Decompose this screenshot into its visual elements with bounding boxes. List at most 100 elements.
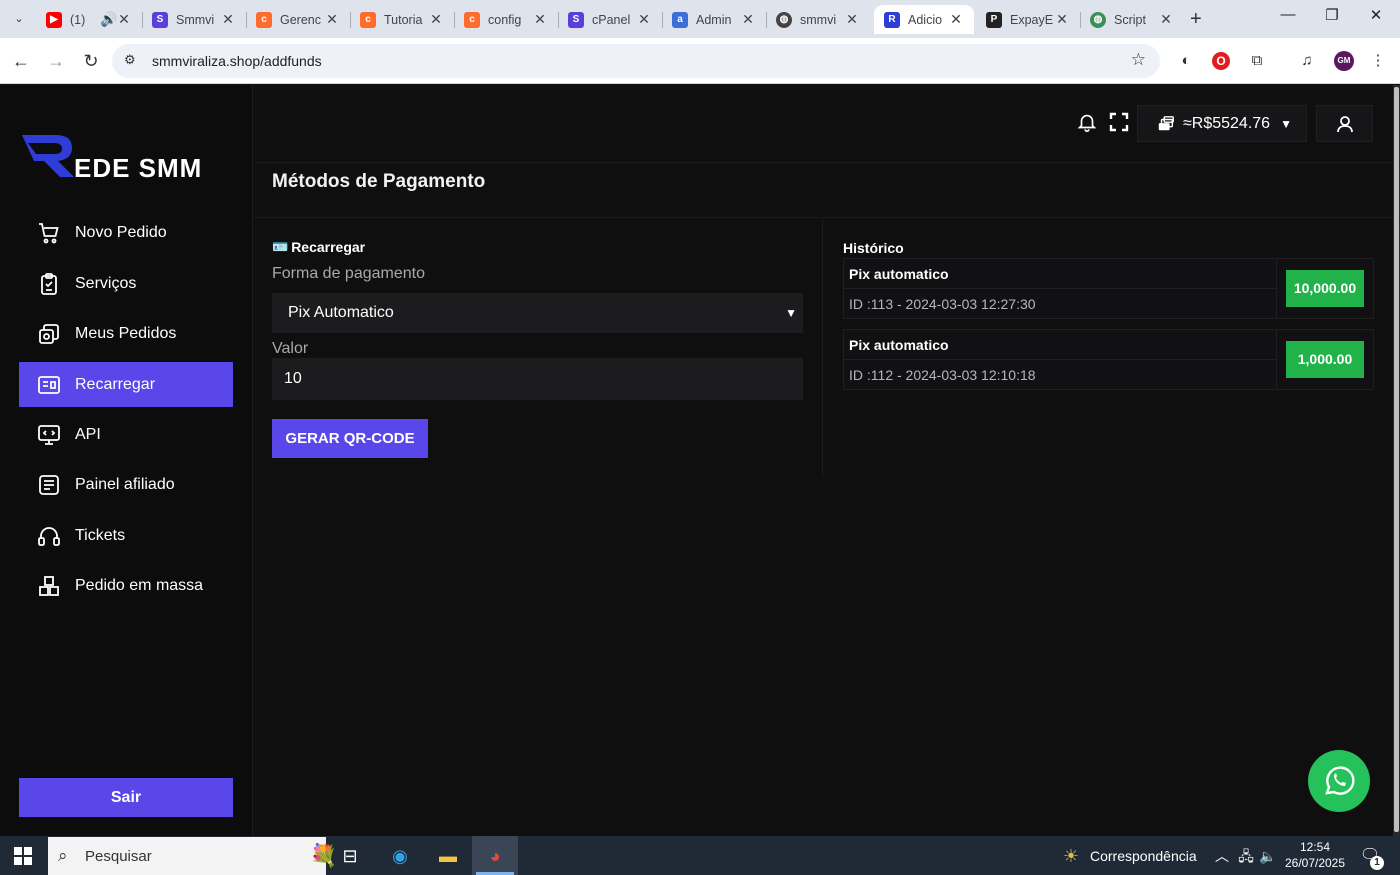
address-bar[interactable]: ⚙ smmviraliza.shop/addfunds ☆ xyxy=(112,44,1160,78)
volume-icon[interactable]: 🔈 xyxy=(1254,842,1282,870)
browser-tab[interactable]: S cPanel ✕ xyxy=(558,5,662,34)
tab-close-icon[interactable]: ✕ xyxy=(116,11,132,28)
brand-logo[interactable]: EDE SMM xyxy=(20,131,220,183)
tab-close-icon[interactable]: ✕ xyxy=(1054,11,1070,28)
close-window-button[interactable]: ✕ xyxy=(1356,6,1396,24)
user-menu-button[interactable] xyxy=(1316,105,1373,142)
user-icon xyxy=(1337,116,1353,133)
tab-close-icon[interactable]: ✕ xyxy=(220,11,236,28)
minimize-button[interactable]: — xyxy=(1268,6,1308,23)
browser-tab[interactable]: ▶ (1) 🔊 ✕ xyxy=(36,5,142,34)
logout-button[interactable]: Sair xyxy=(19,778,233,817)
orders-icon xyxy=(37,322,61,346)
cpanel-icon: c xyxy=(256,11,272,28)
extension-icon[interactable]: ◐ xyxy=(1175,50,1197,72)
sidebar-item-recarregar[interactable]: Recarregar xyxy=(19,362,233,407)
file-explorer-icon[interactable]: ▬ xyxy=(434,842,462,870)
money-icon xyxy=(1158,115,1174,130)
browser-menu-icon[interactable]: ⋮ xyxy=(1367,50,1389,72)
browser-tab[interactable]: c Gerenc ✕ xyxy=(246,5,350,34)
browser-tab[interactable]: ◍ smmvi ✕ xyxy=(766,5,870,34)
taskbar-clock[interactable]: 12:54 26/07/2025 xyxy=(1280,839,1350,871)
news-widget-label[interactable]: Correspondência xyxy=(1090,848,1197,864)
admin-icon: a xyxy=(672,11,688,28)
mass-order-icon xyxy=(37,574,61,598)
fullscreen-icon[interactable] xyxy=(1109,112,1129,132)
brand-name: EDE SMM xyxy=(74,153,203,183)
opera-extension-icon[interactable]: O xyxy=(1212,52,1230,70)
sidebar-item-tickets[interactable]: Tickets xyxy=(19,513,233,558)
sidebar-item-api[interactable]: API xyxy=(19,412,233,457)
bell-icon[interactable] xyxy=(1076,111,1098,133)
tab-close-icon[interactable]: ✕ xyxy=(844,11,860,28)
back-button[interactable]: ← xyxy=(9,49,33,73)
browser-tab-active[interactable]: R Adicio ✕ xyxy=(874,5,974,34)
tab-close-icon[interactable]: ✕ xyxy=(532,11,548,28)
history-meta: ID :113 - 2024-03-03 12:27:30 xyxy=(849,296,1036,312)
clipboard-icon xyxy=(37,272,61,296)
media-control-icon[interactable]: ♫ xyxy=(1296,50,1318,72)
tab-close-icon[interactable]: ✕ xyxy=(740,11,756,28)
generate-qrcode-button[interactable]: GERAR QR-CODE xyxy=(272,419,428,458)
tab-audio-icon[interactable]: 🔊 xyxy=(100,11,117,28)
balance-dropdown[interactable]: ≈R$5524.76 ▼ xyxy=(1137,105,1307,142)
browser-tab-strip: ⌄ ▶ (1) 🔊 ✕ S Smmvi ✕ c Gerenc ✕ c Tutor… xyxy=(0,0,1400,38)
cart-icon xyxy=(37,221,61,245)
browser-tab[interactable]: P ExpayE ✕ xyxy=(976,5,1080,34)
cpanel-icon: c xyxy=(360,11,376,28)
whatsapp-button[interactable] xyxy=(1308,750,1370,812)
tab-close-icon[interactable]: ✕ xyxy=(636,11,652,28)
browser-tab[interactable]: a Admin ✕ xyxy=(662,5,766,34)
sidebar-item-meus-pedidos[interactable]: Meus Pedidos xyxy=(19,311,233,356)
sidebar-item-label: Pedido em massa xyxy=(75,576,204,594)
affiliate-icon xyxy=(37,473,61,497)
url-text[interactable]: smmviraliza.shop/addfunds xyxy=(152,53,322,69)
taskbar-search[interactable]: ⌕ Pesquisar 💐 xyxy=(48,837,337,875)
wallet-card-icon xyxy=(37,373,61,397)
sidebar-item-painel-afiliado[interactable]: Painel afiliado xyxy=(19,462,233,507)
browser-tab[interactable]: S Smmvi ✕ xyxy=(142,5,246,34)
notification-count-badge: 1 xyxy=(1370,856,1384,870)
news-widget-icon[interactable]: ☀ xyxy=(1057,842,1085,870)
restore-button[interactable]: ❐ xyxy=(1312,6,1352,24)
amount-input[interactable]: 10 xyxy=(272,358,803,400)
clock-date: 26/07/2025 xyxy=(1284,856,1346,870)
column-divider xyxy=(822,218,823,478)
sidebar-item-label: Painel afiliado xyxy=(75,475,175,493)
payment-method-select[interactable]: Pix Automatico ▼ xyxy=(272,293,803,333)
scrollbar-thumb[interactable] xyxy=(1394,87,1399,832)
page-title: Métodos de Pagamento xyxy=(272,171,486,192)
tab-close-icon[interactable]: ✕ xyxy=(428,11,444,28)
sidebar-item-novo-pedido[interactable]: Novo Pedido xyxy=(19,210,233,255)
forward-button[interactable]: → xyxy=(44,49,68,73)
edge-icon[interactable]: ◉ xyxy=(386,842,414,870)
taskbar-search-placeholder: Pesquisar xyxy=(85,848,152,865)
sidebar: EDE SMM Novo Pedido Serviços Meus Pedido… xyxy=(0,85,253,836)
paypal-icon: P xyxy=(986,11,1002,28)
amount-label: Valor xyxy=(272,340,309,357)
youtube-icon: ▶ xyxy=(46,11,62,28)
search-icon: ⌕ xyxy=(58,846,68,865)
history-entry: Pix automatico ID :112 - 2024-03-03 12:1… xyxy=(843,329,1374,390)
sidebar-item-servicos[interactable]: Serviços xyxy=(19,261,233,306)
browser-tab[interactable]: c config ✕ xyxy=(454,5,558,34)
windows-taskbar: ⌕ Pesquisar 💐 ⊟ ◉ ▬ ◕ ☀ Correspondência … xyxy=(0,836,1400,875)
tab-search-menu-button[interactable]: ⌄ xyxy=(8,8,30,30)
new-tab-button[interactable]: + xyxy=(1190,8,1202,31)
site-settings-icon[interactable]: ⚙ xyxy=(124,52,136,68)
extensions-puzzle-icon[interactable]: ⧉ xyxy=(1246,50,1268,72)
tab-close-icon[interactable]: ✕ xyxy=(948,11,964,28)
browser-toolbar: ← → ↻ ⚙ smmviraliza.shop/addfunds ☆ ◐ O … xyxy=(0,38,1400,84)
bookmark-star-icon[interactable]: ☆ xyxy=(1131,50,1146,70)
cpanel-icon: c xyxy=(464,11,480,28)
browser-tab[interactable]: ◍ Script ✕ xyxy=(1080,5,1184,34)
browser-tab[interactable]: c Tutoria ✕ xyxy=(350,5,454,34)
tab-close-icon[interactable]: ✕ xyxy=(324,11,340,28)
sidebar-item-pedido-em-massa[interactable]: Pedido em massa xyxy=(19,563,233,608)
tab-close-icon[interactable]: ✕ xyxy=(1158,11,1174,28)
chrome-icon[interactable]: ◕ xyxy=(481,842,509,870)
profile-avatar[interactable]: GM xyxy=(1334,51,1354,71)
task-view-icon[interactable]: ⊟ xyxy=(336,842,364,870)
reload-button[interactable]: ↻ xyxy=(79,49,103,73)
windows-start-icon[interactable] xyxy=(14,847,32,865)
